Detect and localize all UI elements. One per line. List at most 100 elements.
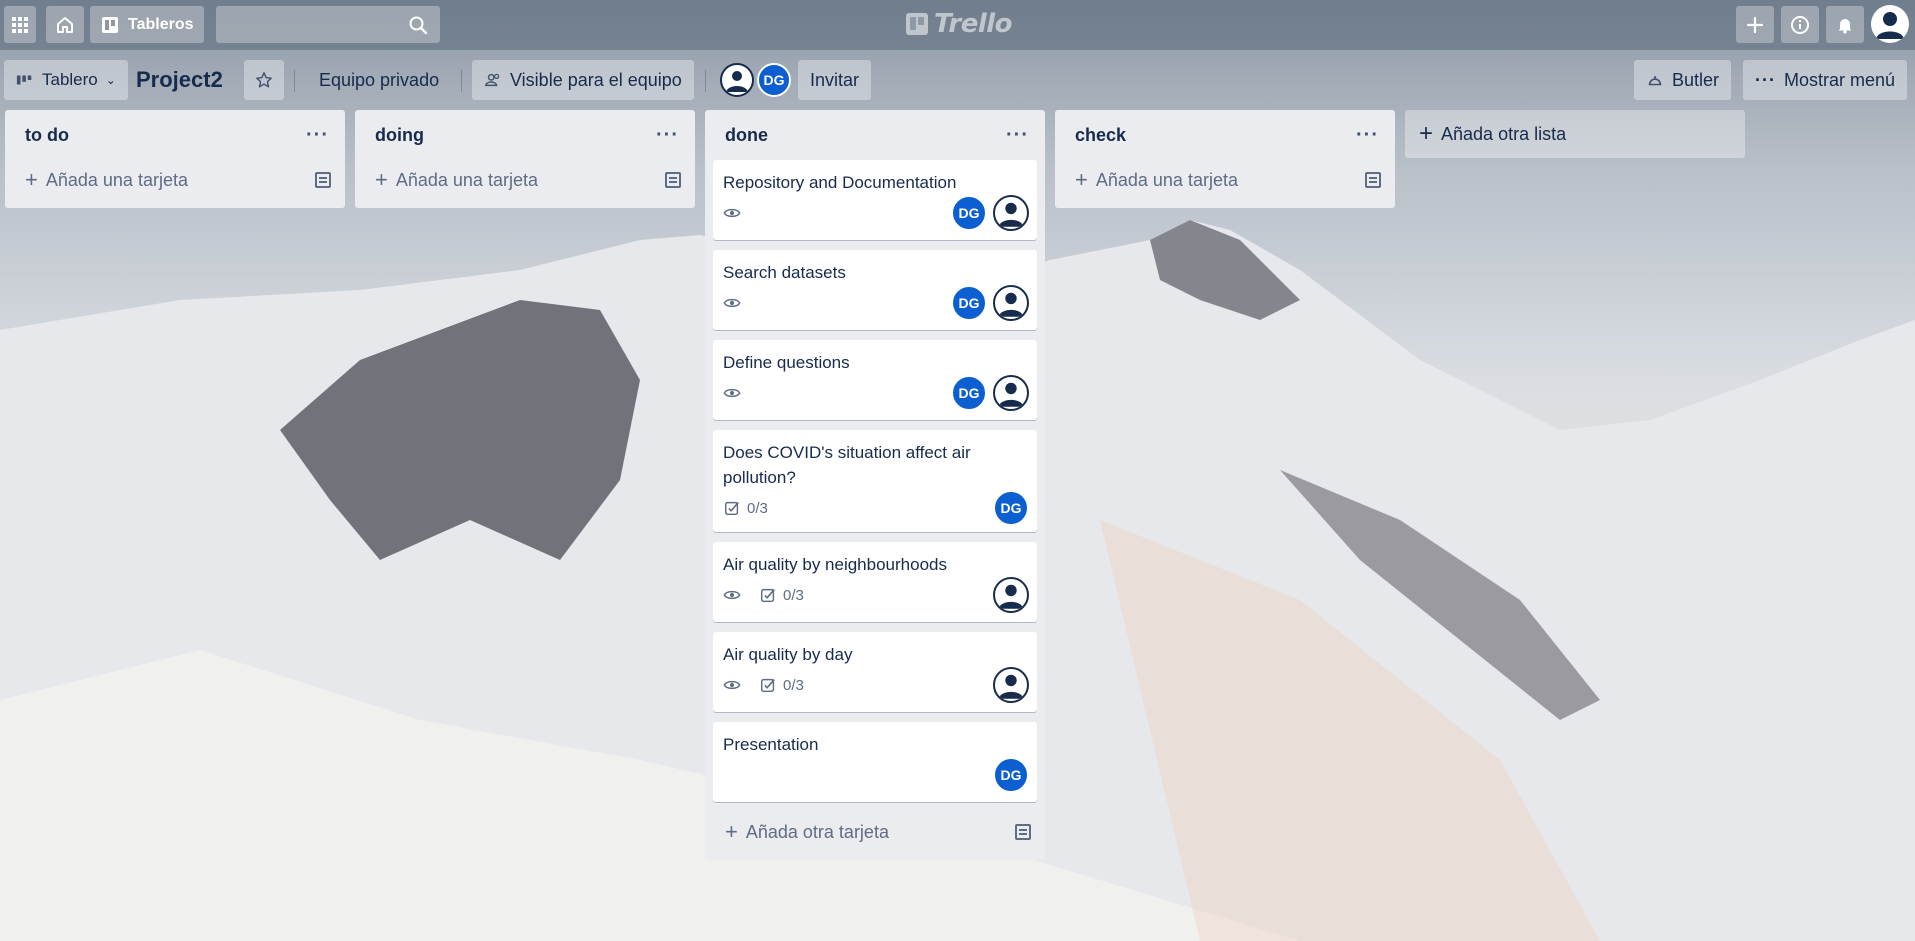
invite-button[interactable]: Invitar [798,60,872,100]
home-button[interactable] [46,6,84,43]
member-avatar-user[interactable] [993,577,1029,613]
trello-logo[interactable]: Trello [906,9,1013,39]
member-avatar-dg[interactable]: DG [993,490,1029,526]
card-members: DG [951,285,1029,321]
home-icon [57,16,73,33]
card[interactable]: Repository and Documentation DG [713,160,1037,240]
card-footer: DG [723,285,1029,321]
add-card-label: Añada una tarjeta [395,169,538,190]
star-button[interactable] [244,60,284,100]
top-navigation-bar: Tableros Trello [0,0,1915,50]
card-badges: 0/3 [723,676,804,694]
member-avatar-dg[interactable]: DG [757,63,791,97]
add-card-button[interactable]: + Añada una tarjeta [13,160,337,200]
member-avatar-dg[interactable]: DG [951,195,987,231]
card[interactable]: Air quality by day 0/3 [713,632,1037,712]
logo-text: Trello [934,9,1013,39]
template-icon[interactable] [1015,824,1031,840]
member-avatar-user[interactable] [993,285,1029,321]
card-title: Air quality by neighbourhoods [723,555,947,574]
checklist-icon [723,499,741,517]
add-card-label: Añada una tarjeta [45,169,188,190]
butler-button[interactable]: Butler [1634,60,1732,100]
divider [705,70,706,92]
member-avatar-dg[interactable]: DG [951,375,987,411]
member-avatar-user[interactable] [993,667,1029,703]
plus-icon: + [25,167,38,192]
apps-grid-icon[interactable] [4,6,36,43]
card[interactable]: Does COVID's situation affect air pollut… [713,430,1037,532]
list-menu-icon[interactable]: ··· [1006,124,1029,147]
list-done: done ··· Repository and Documentation DG S… [705,110,1045,860]
more-icon: ··· [1755,69,1776,90]
list-menu-icon[interactable]: ··· [1356,124,1379,147]
eye-icon [723,294,741,312]
member-avatar-dg[interactable]: DG [951,285,987,321]
member-avatar-dg[interactable]: DG [993,757,1029,793]
checklist-icon [759,676,777,694]
list-title[interactable]: done [725,125,768,146]
list-to-do: to do ··· + Añada una tarjeta [5,110,345,208]
eye-icon [723,204,741,222]
divider [461,70,462,92]
card[interactable]: Air quality by neighbourhoods 0/3 [713,542,1037,622]
card-badges: 0/3 [723,499,768,517]
star-icon [256,72,272,88]
user-avatar-icon[interactable] [1871,5,1909,43]
visibility-button[interactable]: Visible para el equipo [472,60,694,100]
list-menu-icon[interactable]: ··· [306,124,329,147]
member-avatar-user[interactable] [993,195,1029,231]
card-members: DG [993,490,1029,526]
checklist-icon [759,586,777,604]
card[interactable]: Search datasets DG [713,250,1037,330]
list-title[interactable]: to do [25,125,69,146]
board-view-icon [16,75,32,85]
board-members: DG [720,63,791,97]
trello-logo-icon [906,13,928,35]
member-avatar-user[interactable] [993,375,1029,411]
list-menu-icon[interactable]: ··· [656,124,679,147]
plus-icon [1746,16,1764,33]
show-menu-button[interactable]: ··· Mostrar menú [1743,60,1908,100]
card-badges [723,384,741,402]
list-title[interactable]: doing [375,125,424,146]
card-list: Repository and Documentation DG Search dat… [713,160,1037,802]
member-avatar-user[interactable] [720,63,754,97]
card[interactable]: Presentation DG [713,722,1037,802]
checklist-count: 0/3 [783,586,804,604]
template-icon[interactable] [315,172,331,188]
view-label: Tablero [42,70,98,89]
template-icon[interactable] [1365,172,1381,188]
create-button[interactable] [1736,6,1774,43]
card-footer: DG [723,195,1029,231]
butler-icon [1648,76,1662,86]
template-icon[interactable] [665,172,681,188]
card[interactable]: Define questions DG [713,340,1037,420]
card-footer: DG [723,757,1029,793]
info-button[interactable] [1781,6,1819,43]
visibility-label: Visible para el equipo [510,69,682,90]
search-input[interactable] [216,6,440,43]
add-card-button[interactable]: + Añada otra tarjeta [713,812,1037,852]
team-button[interactable]: Equipo privado [319,60,439,100]
card-badges [723,294,741,312]
board-title[interactable]: Project2 [136,60,223,100]
list-header: doing ··· [363,110,687,160]
list-title[interactable]: check [1075,125,1126,146]
add-card-label: Añada una tarjeta [1095,169,1238,190]
card-members [993,667,1029,703]
info-icon [1791,15,1809,34]
notifications-button[interactable] [1826,6,1864,43]
add-card-button[interactable]: + Añada una tarjeta [1063,160,1387,200]
card-members: DG [951,195,1029,231]
add-list-button[interactable]: + Añada otra lista [1405,110,1745,158]
card-footer: DG [723,375,1029,411]
card-members: DG [993,757,1029,793]
view-switcher-button[interactable]: Tablero ⌄ [4,60,128,100]
card-badges [723,204,741,222]
search-icon [409,16,428,35]
list-check: check ··· + Añada una tarjeta [1055,110,1395,208]
list-doing: doing ··· + Añada una tarjeta [355,110,695,208]
add-card-button[interactable]: + Añada una tarjeta [363,160,687,200]
boards-button[interactable]: Tableros [90,6,204,43]
